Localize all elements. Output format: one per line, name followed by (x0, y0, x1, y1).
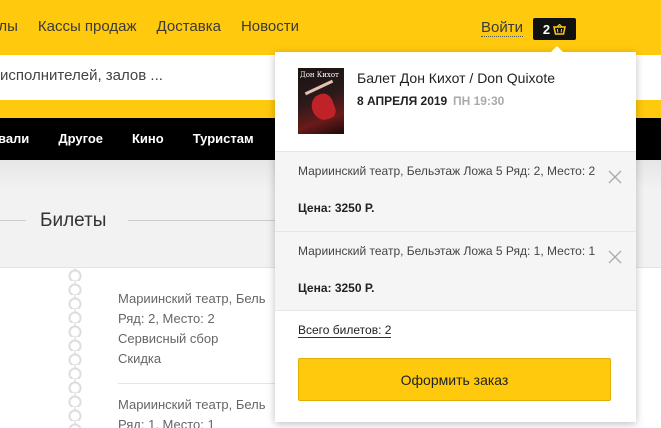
close-icon[interactable] (608, 170, 622, 184)
ticket-item: Мариинский театр, Бель Ряд: 1, Место: 1 (118, 397, 266, 428)
event-title[interactable]: Балет Дон Кихот / Don Quixote (357, 70, 555, 86)
event-time: ПН 19:30 (453, 94, 505, 108)
category-tourists[interactable]: Туристам (193, 131, 254, 146)
cart-button[interactable]: 2 (533, 18, 576, 40)
ticket-place: Мариинский театр, Бельэтаж Ложа 5 Ряд: 1… (298, 244, 596, 258)
divider (118, 383, 288, 384)
category-festivals[interactable]: вали (0, 131, 29, 146)
nav-item-news[interactable]: Новости (241, 18, 299, 35)
ticket-price: Цена: 3250 Р. (298, 281, 375, 295)
top-nav: алы Кассы продаж Доставка Новости (0, 18, 319, 35)
category-other[interactable]: Другое (58, 131, 103, 146)
ticket-perforation (66, 267, 84, 428)
checkout-button[interactable]: Оформить заказ (298, 358, 611, 401)
divider (0, 220, 26, 221)
basket-icon (553, 23, 567, 35)
ticket-place: Мариинский театр, Бельэтаж Ложа 5 Ряд: 2… (298, 164, 596, 178)
event-poster[interactable]: Дон Кихот (298, 68, 344, 134)
cart-ticket-row: Мариинский театр, Бельэтаж Ложа 5 Ряд: 1… (275, 231, 636, 311)
nav-item-ticket-offices[interactable]: Кассы продаж (38, 18, 137, 35)
nav-item-delivery[interactable]: Доставка (157, 18, 221, 35)
nav-item-festivals[interactable]: алы (0, 18, 18, 35)
close-icon[interactable] (608, 250, 622, 264)
cart-dropdown: Дон Кихот Балет Дон Кихот / Don Quixote … (275, 46, 636, 422)
ticket-price: Цена: 3250 Р. (298, 201, 375, 215)
search-input[interactable]: исполнителей, залов ... (0, 67, 163, 84)
poster-title: Дон Кихот (300, 71, 339, 79)
cart-ticket-row: Мариинский театр, Бельэтаж Ложа 5 Ряд: 2… (275, 151, 636, 231)
ticket-item: Мариинский театр, Бель Ряд: 2, Место: 2 … (118, 291, 266, 366)
event-date: 8 АПРЕЛЯ 2019 (357, 94, 448, 108)
total-tickets-link[interactable]: Всего билетов: 2 (298, 323, 392, 338)
category-cinema[interactable]: Кино (132, 131, 164, 146)
cart-count: 2 (542, 21, 551, 37)
page-title: Билеты (40, 210, 107, 231)
login-link[interactable]: Войти (481, 19, 523, 37)
